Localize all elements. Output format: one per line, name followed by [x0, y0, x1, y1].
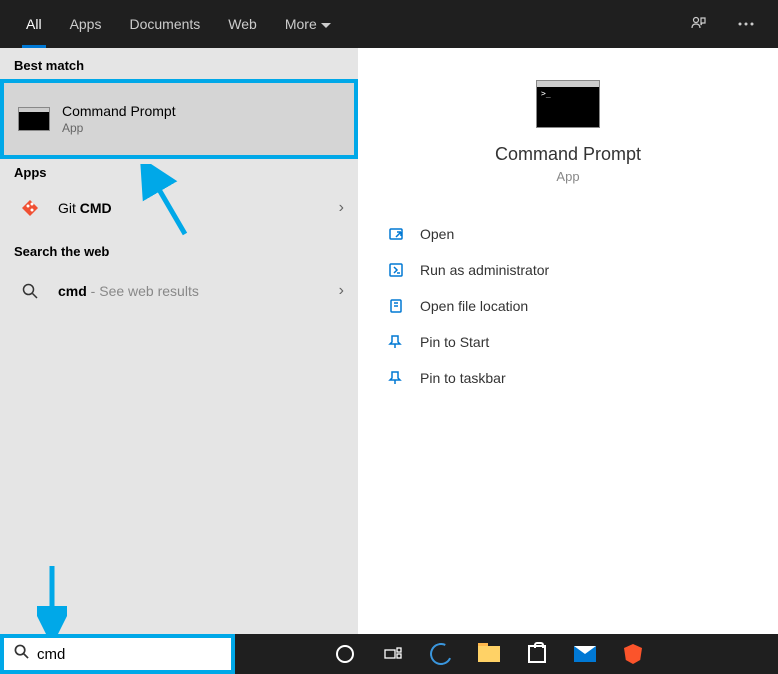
- file-explorer-icon[interactable]: [469, 634, 509, 674]
- task-view-icon[interactable]: [373, 634, 413, 674]
- search-tabs-bar: All Apps Documents Web More: [0, 0, 778, 48]
- feedback-icon[interactable]: [678, 4, 718, 44]
- action-label: Pin to taskbar: [420, 370, 506, 386]
- action-open-location[interactable]: Open file location: [382, 288, 754, 324]
- folder-location-icon: [386, 296, 406, 316]
- search-input[interactable]: [37, 646, 236, 663]
- tab-more-label: More: [285, 16, 317, 32]
- open-icon: [386, 224, 406, 244]
- action-pin-start[interactable]: Pin to Start: [382, 324, 754, 360]
- pin-taskbar-icon: [386, 368, 406, 388]
- chevron-down-icon: [321, 16, 331, 32]
- mail-icon[interactable]: [565, 634, 605, 674]
- store-icon[interactable]: [517, 634, 557, 674]
- results-panel: Best match Command Prompt App Apps Git C…: [0, 48, 358, 634]
- best-match-item[interactable]: Command Prompt App: [0, 79, 358, 159]
- tab-all[interactable]: All: [12, 0, 56, 48]
- tab-apps[interactable]: Apps: [56, 0, 116, 48]
- chevron-right-icon: ›: [339, 199, 344, 217]
- action-label: Run as administrator: [420, 262, 549, 278]
- chevron-right-icon: ›: [339, 282, 344, 300]
- cortana-icon[interactable]: [325, 634, 365, 674]
- git-icon: [14, 192, 46, 224]
- more-options-icon[interactable]: [726, 4, 766, 44]
- detail-app-icon: [382, 80, 754, 128]
- command-prompt-icon: [18, 103, 50, 135]
- result-title: Command Prompt: [62, 103, 340, 119]
- tab-more[interactable]: More: [271, 0, 345, 48]
- action-label: Open: [420, 226, 454, 242]
- taskbar-search-box[interactable]: [0, 634, 235, 674]
- section-search-web: Search the web: [0, 234, 358, 265]
- search-icon: [14, 644, 29, 664]
- brave-icon[interactable]: [613, 634, 653, 674]
- result-subtitle: App: [62, 121, 340, 135]
- result-title: cmd - See web results: [58, 283, 339, 299]
- action-label: Open file location: [420, 298, 528, 314]
- tab-web[interactable]: Web: [214, 0, 271, 48]
- detail-panel: Command Prompt App Open Run as administr…: [358, 48, 778, 634]
- detail-title: Command Prompt: [382, 144, 754, 165]
- section-apps: Apps: [0, 159, 358, 182]
- action-label: Pin to Start: [420, 334, 489, 350]
- web-result-cmd[interactable]: cmd - See web results ›: [0, 265, 358, 317]
- edge-icon[interactable]: [421, 634, 461, 674]
- action-pin-taskbar[interactable]: Pin to taskbar: [382, 360, 754, 396]
- result-title: Git CMD: [58, 200, 339, 216]
- detail-subtitle: App: [382, 169, 754, 184]
- search-icon: [14, 275, 46, 307]
- tab-documents[interactable]: Documents: [115, 0, 214, 48]
- app-result-git-cmd[interactable]: Git CMD ›: [0, 182, 358, 234]
- admin-icon: [386, 260, 406, 280]
- section-best-match: Best match: [0, 48, 358, 79]
- action-run-admin[interactable]: Run as administrator: [382, 252, 754, 288]
- action-open[interactable]: Open: [382, 216, 754, 252]
- pin-start-icon: [386, 332, 406, 352]
- taskbar: [0, 634, 778, 674]
